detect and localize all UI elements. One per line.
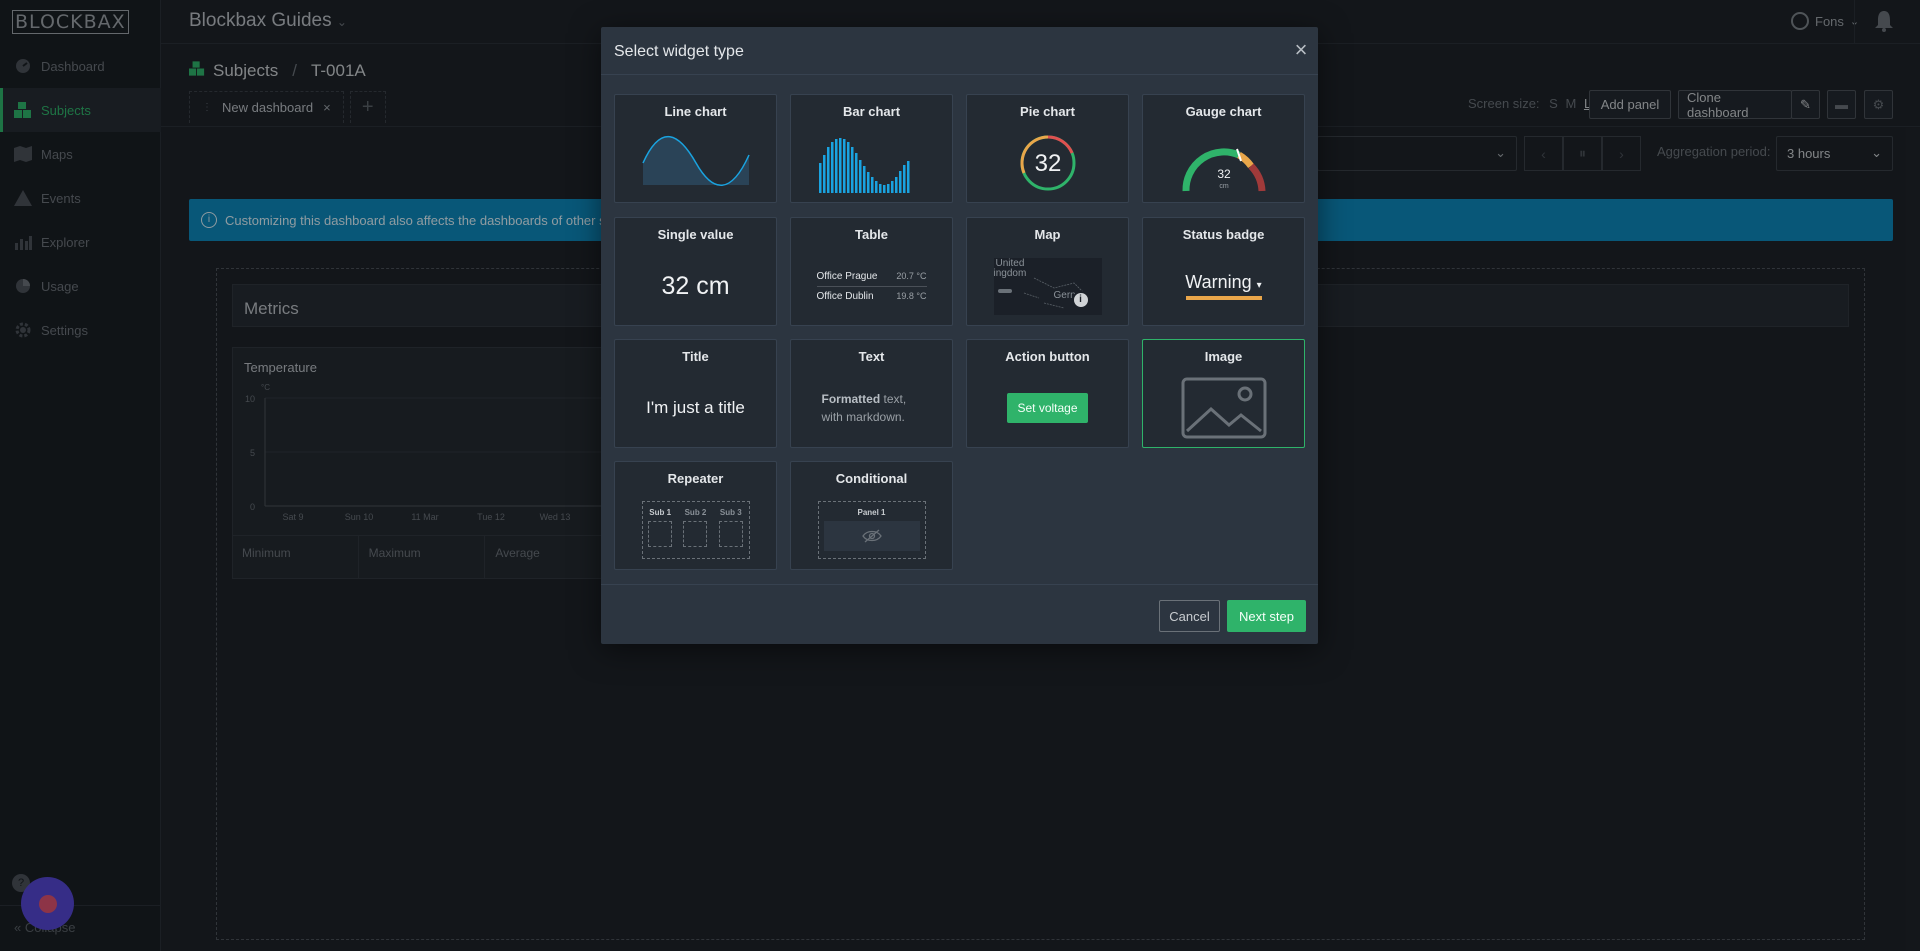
title-preview: I'm just a title: [615, 370, 776, 446]
eye-slash-icon: [861, 529, 882, 543]
repeater-sub: Sub 2: [683, 508, 708, 558]
repeater-sub: Sub 1: [648, 508, 673, 558]
widget-card-text[interactable]: Text Formatted text, with markdown.: [790, 339, 953, 448]
widget-card-action-button[interactable]: Action button Set voltage: [966, 339, 1129, 448]
set-voltage-button: Set voltage: [1007, 393, 1088, 423]
divider: [601, 74, 1318, 75]
select-widget-modal: Select widget type × Line chart Bar char…: [601, 27, 1318, 644]
line-chart-preview: [615, 125, 776, 201]
card-title: Gauge chart: [1185, 104, 1262, 119]
sub-label: Sub 3: [719, 508, 742, 517]
table-cell: 19.8 °C: [896, 290, 927, 301]
widget-card-repeater[interactable]: Repeater Sub 1 Sub 2 Sub 3: [614, 461, 777, 570]
widget-card-image[interactable]: Image: [1142, 339, 1305, 448]
card-title: Line chart: [664, 104, 727, 119]
table-cell: 20.7 °C: [896, 270, 927, 281]
single-value-text: 32 cm: [661, 271, 730, 300]
map-logo: [997, 288, 1012, 293]
conditional-preview: Panel 1: [791, 492, 952, 568]
card-title: Title: [682, 349, 709, 364]
gauge-unit: cm: [1219, 183, 1229, 190]
card-title: Bar chart: [842, 104, 901, 119]
widget-card-status-badge[interactable]: Status badge Warning ▾: [1142, 217, 1305, 326]
text-rest: text,: [883, 392, 907, 406]
gauge-value: 32: [1217, 167, 1231, 181]
status-badge-preview: Warning ▾: [1143, 248, 1304, 324]
bar-chart-preview: [791, 125, 952, 201]
card-title: Repeater: [667, 471, 724, 486]
card-title: Text: [858, 349, 885, 364]
widget-card-line-chart[interactable]: Line chart: [614, 94, 777, 203]
widget-card-map[interactable]: Map United ingdom Gern i: [966, 217, 1129, 326]
widget-card-gauge-chart[interactable]: Gauge chart 32 cm: [1142, 94, 1305, 203]
repeater-sub: Sub 3: [718, 508, 743, 558]
card-title: Action button: [1005, 349, 1090, 364]
sub-box: [648, 521, 673, 547]
widget-card-pie-chart[interactable]: Pie chart 32: [966, 94, 1129, 203]
text-bold: Formatted: [821, 392, 881, 406]
map-preview: United ingdom Gern i: [967, 248, 1128, 324]
card-title: Map: [1034, 227, 1061, 242]
table-cell: Office Prague: [816, 270, 878, 282]
card-title: Conditional: [835, 471, 908, 486]
modal-title: Select widget type: [614, 43, 744, 60]
sub-box: [718, 521, 743, 547]
action-button-preview: Set voltage: [967, 370, 1128, 446]
gauge-chart-preview: 32 cm: [1143, 125, 1304, 201]
divider: [601, 584, 1318, 585]
single-value-preview: 32 cm: [615, 248, 776, 324]
caret-down-icon: ▾: [1256, 280, 1262, 291]
widget-card-single-value[interactable]: Single value 32 cm: [614, 217, 777, 326]
cancel-button[interactable]: Cancel: [1159, 600, 1220, 632]
card-title: Status badge: [1182, 227, 1265, 242]
status-value: Warning: [1185, 272, 1252, 292]
hidden-panel: [823, 521, 920, 551]
table-preview: Office Prague 20.7 °C Office Dublin 19.8 °…: [791, 248, 952, 324]
widget-card-title[interactable]: Title I'm just a title: [614, 339, 777, 448]
table-cell: Office Dublin: [816, 290, 874, 302]
table-row: Office Prague 20.7 °C: [817, 267, 927, 286]
card-title: Single value: [657, 227, 734, 242]
info-icon: i: [1071, 290, 1090, 309]
repeater-preview: Sub 1 Sub 2 Sub 3: [615, 492, 776, 568]
next-step-button[interactable]: Next step: [1227, 600, 1306, 632]
widget-card-bar-chart[interactable]: Bar chart: [790, 94, 953, 203]
card-title: Image: [1204, 349, 1243, 364]
image-preview: [1143, 370, 1304, 446]
pie-value: 32: [1034, 150, 1061, 177]
card-title: Pie chart: [1020, 104, 1075, 119]
sub-label: Sub 1: [649, 508, 672, 517]
widget-card-conditional[interactable]: Conditional Panel 1: [790, 461, 953, 570]
status-bar: [1185, 296, 1262, 300]
text-line2: with markdown.: [821, 410, 905, 424]
sub-box: [683, 521, 708, 547]
text-preview: Formatted text, with markdown.: [791, 370, 952, 446]
pie-chart-preview: 32: [967, 125, 1128, 201]
image-icon: [1181, 377, 1266, 439]
map-label: ingdom: [993, 267, 1027, 279]
panel-label: Panel 1: [857, 508, 886, 517]
card-title: Table: [855, 227, 888, 242]
widget-card-table[interactable]: Table Office Prague 20.7 °C Office Dublin…: [790, 217, 953, 326]
title-preview-text: I'm just a title: [646, 398, 745, 417]
close-icon[interactable]: ×: [1291, 39, 1311, 61]
sub-label: Sub 2: [684, 508, 707, 517]
table-row: Office Dublin 19.8 °C: [816, 285, 927, 306]
